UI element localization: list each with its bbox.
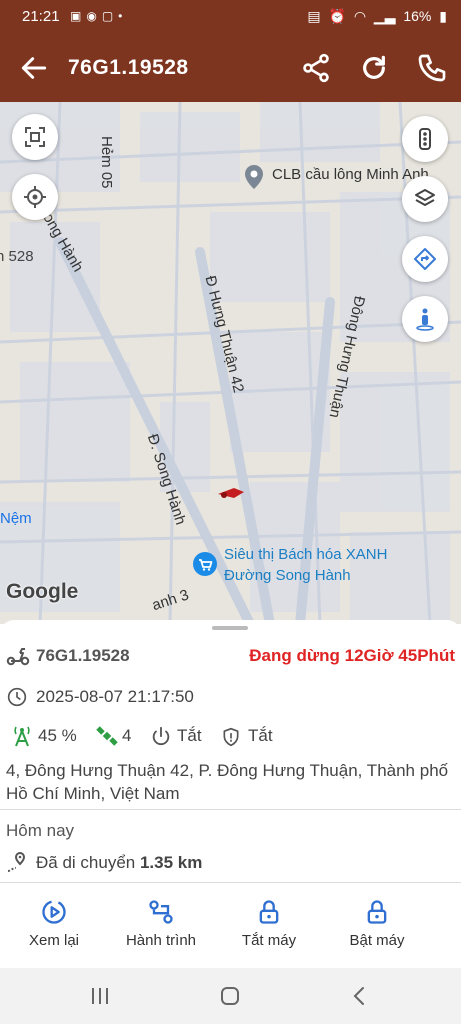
last-update-time: 2025-08-07 21:17:50 [36, 687, 194, 706]
today-label: Hôm nay [6, 821, 75, 840]
distance-value: 1.35 km [139, 853, 203, 872]
zalo-icon: ▢ [101, 9, 119, 23]
map-view[interactable]: Hẻm 05 ong Hành n 528 Đ Hưng Thuận 42 Đô… [0, 102, 461, 624]
journey-button[interactable]: Hành trình [111, 898, 211, 949]
replay-icon [42, 900, 66, 924]
crosshair-icon [24, 186, 46, 208]
replay-label: Xem lại [28, 932, 80, 949]
page-title: 76G1.19528 [68, 56, 189, 79]
layers-icon [415, 189, 435, 206]
security-status: Tắt [248, 726, 273, 745]
route-icon [149, 900, 173, 924]
scooter-icon [6, 648, 30, 666]
fit-bounds-button[interactable] [12, 114, 58, 160]
fit-bounds-icon [25, 127, 45, 147]
map-street-hem05: Hẻm 05 [98, 136, 115, 189]
back-nav-icon[interactable] [348, 984, 372, 1008]
poi-bhx-label-1[interactable]: Siêu thị Bách hóa XANH [224, 546, 387, 563]
engine-off-button[interactable]: Tắt máy [219, 898, 319, 949]
poi-clb-label[interactable]: CLB cầu lông Minh Anh [272, 166, 429, 183]
status-time: 21:21 [22, 8, 60, 25]
journey-label: Hành trình [125, 932, 197, 949]
refresh-icon[interactable] [358, 52, 390, 84]
messenger-icon: ◉ [86, 9, 102, 23]
home-icon[interactable] [218, 984, 242, 1008]
back-arrow-icon[interactable] [18, 52, 50, 84]
vehicle-plate: 76G1.19528 [36, 646, 130, 665]
recent-apps-icon[interactable] [88, 984, 112, 1008]
traffic-button[interactable] [402, 116, 448, 162]
notification-icons: ▣◉▢• [70, 9, 127, 23]
phone-icon[interactable] [416, 52, 448, 84]
satellite-icon [96, 726, 118, 746]
parking-status: Đang dừng 12Giờ 45Phút [249, 646, 455, 665]
divider [0, 809, 461, 810]
gsm-signal-value: 45 % [38, 726, 77, 745]
my-location-button[interactable] [12, 174, 58, 220]
clock-icon [7, 687, 27, 707]
alarm-icon: ⏰ [328, 8, 346, 24]
action-bar: Xem lại Hành trình Tắt máy Bật máy [0, 884, 461, 968]
distance-label: Đã di chuyển [36, 853, 136, 872]
map-layers-button[interactable] [402, 176, 448, 222]
engine-on-label: Bật máy [349, 932, 405, 949]
pegman-icon [416, 308, 434, 331]
map-label-nem: Nệm [0, 510, 32, 527]
signal-tower-icon [14, 726, 30, 747]
share-icon[interactable] [300, 52, 332, 84]
sheet-drag-handle[interactable] [212, 626, 248, 630]
wifi-icon: ◠ [353, 8, 367, 24]
status-right: ▤ ⏰ ◠ ▁▃ 16% ▮ [303, 8, 447, 25]
app-bar: 76G1.19528 [0, 34, 461, 102]
power-icon [152, 726, 170, 746]
lock-icon [259, 900, 279, 924]
street-view-button[interactable] [402, 296, 448, 342]
replay-button[interactable]: Xem lại [4, 898, 104, 949]
dot-icon: • [118, 9, 128, 23]
engine-off-label: Tắt máy [241, 932, 297, 949]
poi-bhx-label-2[interactable]: Đường Song Hành [224, 567, 351, 584]
shield-icon [223, 727, 239, 747]
vehicle-address: 4, Đông Hưng Thuận 42, P. Đông Hưng Thuậ… [6, 761, 449, 803]
map-label-528: n 528 [0, 248, 34, 265]
divider [0, 882, 461, 883]
satellite-count: 4 [122, 726, 132, 745]
engine-on-button[interactable]: Bật máy [327, 898, 427, 949]
shopping-cart-icon[interactable] [192, 551, 218, 577]
image-icon: ▣ [70, 9, 87, 23]
battery-icon: ▮ [439, 8, 447, 24]
lock-icon: ▤ [307, 8, 321, 24]
distance-moved: Đã di chuyển 1.35 km [36, 853, 202, 873]
google-attribution: Google [6, 580, 79, 603]
directions-button[interactable] [402, 236, 448, 282]
unlock-icon [367, 900, 387, 924]
battery-text: 16% [403, 8, 432, 24]
engine-status: Tắt [177, 726, 202, 745]
poi-pin-icon[interactable] [243, 164, 265, 190]
signal-icon: ▁▃ [373, 8, 396, 24]
system-nav-bar [0, 968, 461, 1024]
traffic-light-icon [419, 128, 431, 150]
directions-icon [414, 248, 436, 270]
route-pin-icon [7, 851, 26, 872]
status-bar: 21:21 ▣◉▢• ▤ ⏰ ◠ ▁▃ 16% ▮ [0, 0, 461, 34]
